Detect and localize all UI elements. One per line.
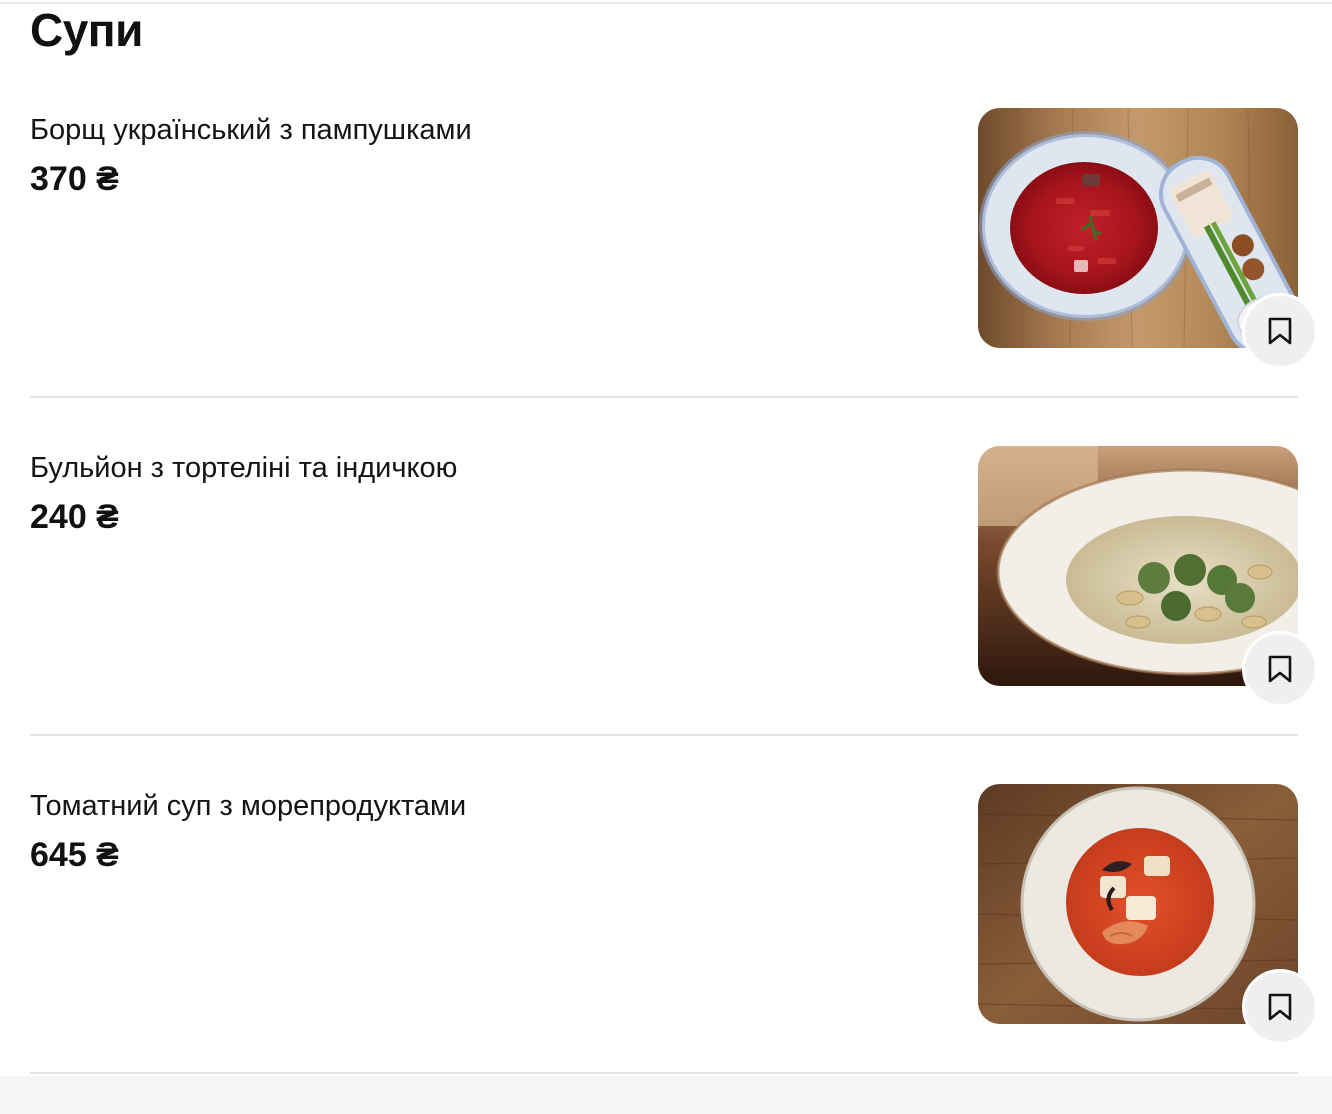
- bookmark-icon: [1268, 655, 1292, 683]
- item-name[interactable]: Томатний суп з морепродуктами: [30, 786, 466, 826]
- item-price: 240 ₴: [30, 498, 119, 536]
- bookmark-icon: [1268, 993, 1292, 1021]
- item-divider: [30, 1072, 1298, 1074]
- menu-item[interactable]: Томатний суп з морепродуктами 645 ₴: [30, 736, 1318, 1074]
- item-price: 645 ₴: [30, 836, 119, 874]
- top-divider: [0, 2, 1332, 4]
- bookmark-icon: [1268, 317, 1292, 345]
- bookmark-button[interactable]: [1242, 293, 1318, 369]
- menu-item[interactable]: Бульйон з тортеліні та індичкою 240 ₴: [30, 398, 1318, 736]
- bookmark-button[interactable]: [1242, 969, 1318, 1045]
- menu-page: Супи Борщ український з пампушками 370 ₴: [0, 0, 1332, 1114]
- section-title: Супи: [30, 4, 143, 56]
- item-price: 370 ₴: [30, 160, 119, 198]
- item-name[interactable]: Бульйон з тортеліні та індичкою: [30, 448, 457, 488]
- bookmark-button[interactable]: [1242, 631, 1318, 707]
- menu-item[interactable]: Борщ український з пампушками 370 ₴: [30, 60, 1318, 398]
- bottom-area: [0, 1076, 1332, 1114]
- item-name[interactable]: Борщ український з пампушками: [30, 110, 472, 150]
